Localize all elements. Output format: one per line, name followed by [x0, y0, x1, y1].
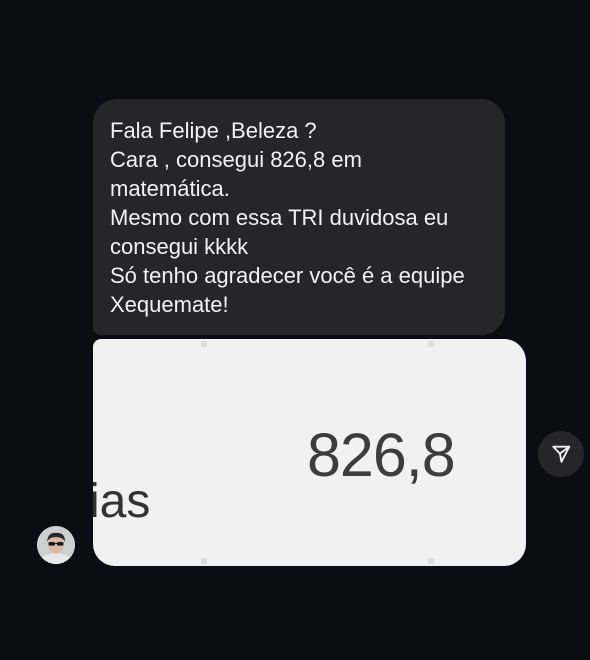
cropped-word: ias: [93, 475, 151, 528]
paper-plane-icon: [552, 445, 571, 463]
message-line: Só tenho agradecer você é a equipe: [110, 263, 465, 288]
message-line: matemática.: [110, 176, 230, 201]
score-value: 826,8: [307, 421, 456, 489]
dm-thread: Fala Felipe ,Beleza ? Cara , consegui 82…: [0, 0, 590, 660]
screenshot-artifact: [428, 341, 434, 347]
message-line: Mesmo com essa TRI duvidosa eu: [110, 205, 449, 230]
message-line: Xequemate!: [110, 292, 229, 317]
avatar-image: [37, 526, 75, 564]
screenshot-artifact: [201, 558, 207, 564]
received-message-bubble[interactable]: Fala Felipe ,Beleza ? Cara , consegui 82…: [93, 99, 505, 335]
message-line: Cara , consegui 826,8 em: [110, 147, 362, 172]
message-line: Fala Felipe ,Beleza ?: [110, 118, 317, 143]
share-button[interactable]: [538, 431, 584, 477]
screenshot-artifact: [428, 558, 434, 564]
message-line: consegui kkkk: [110, 234, 249, 259]
image-attachment[interactable]: 826,8 ias: [93, 339, 526, 566]
sender-avatar[interactable]: [37, 526, 75, 564]
screenshot-artifact: [201, 341, 207, 347]
